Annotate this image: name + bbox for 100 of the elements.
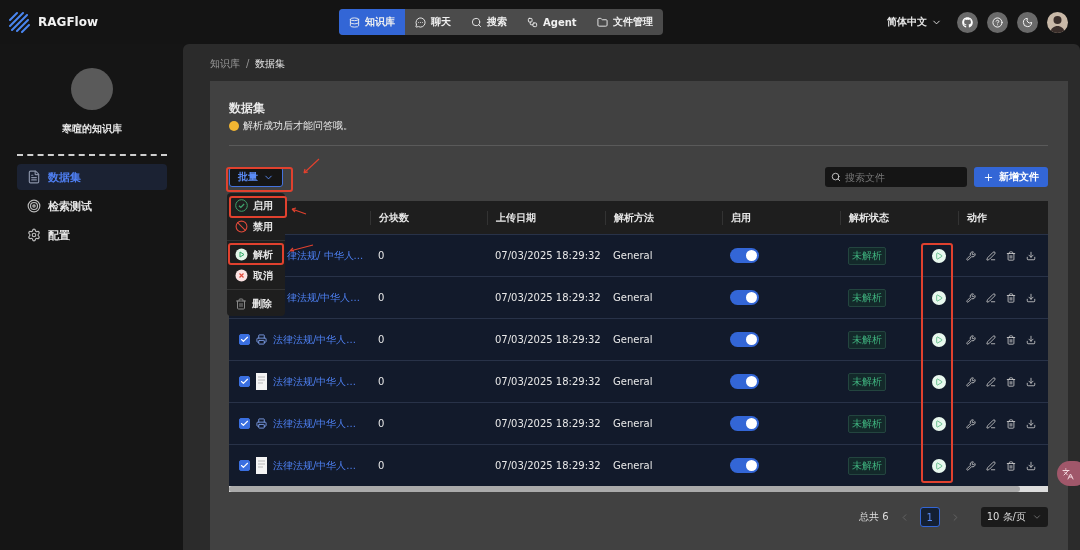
download-icon[interactable] xyxy=(1026,460,1036,471)
help-button[interactable] xyxy=(987,11,1008,33)
nav-tab[interactable]: 知识库 xyxy=(339,9,405,35)
file-link[interactable]: 律法规/中华人... xyxy=(287,290,360,305)
wrench-icon[interactable] xyxy=(966,376,976,387)
table-cell-text: General xyxy=(612,418,654,429)
check-circle-icon xyxy=(235,199,248,212)
parse-button[interactable] xyxy=(932,374,946,389)
wrench-icon[interactable] xyxy=(966,334,976,345)
table-cell-text: 0 xyxy=(377,292,386,303)
table-cell-text: 07/03/2025 18:29:32 xyxy=(494,376,602,387)
user-avatar[interactable] xyxy=(1047,11,1068,33)
breadcrumb-item[interactable]: 知识库 xyxy=(210,56,240,71)
table-cell-text: 0 xyxy=(377,250,386,261)
row-checkbox[interactable] xyxy=(239,460,250,471)
folder-icon xyxy=(596,16,608,28)
table-cell-text: General xyxy=(612,376,654,387)
scrollbar[interactable] xyxy=(229,486,1048,492)
table-cell-text: 0 xyxy=(377,334,386,345)
file-link[interactable]: 法律法规/中华人... xyxy=(273,416,356,431)
sidebar-item[interactable]: 检索测试 xyxy=(16,193,167,219)
menu-item[interactable]: 启用 xyxy=(227,195,285,216)
document-thumbnail-icon xyxy=(256,457,267,474)
nav-tab[interactable]: 文件管理 xyxy=(586,9,663,35)
edit-icon[interactable] xyxy=(986,460,996,471)
nav-tab[interactable]: Agent xyxy=(517,9,587,35)
enable-switch[interactable] xyxy=(730,332,759,347)
trash-icon[interactable] xyxy=(1006,376,1016,387)
edit-icon[interactable] xyxy=(986,292,996,303)
parse-button[interactable] xyxy=(932,458,946,473)
page-size-select[interactable]: 10 条/页 xyxy=(980,507,1048,527)
edit-icon[interactable] xyxy=(986,334,996,345)
enable-switch[interactable] xyxy=(730,290,759,305)
column-header: 动作 xyxy=(958,210,1048,225)
parse-button[interactable] xyxy=(932,248,946,263)
check-icon xyxy=(240,461,249,470)
row-checkbox[interactable] xyxy=(239,376,250,387)
github-button[interactable] xyxy=(957,11,978,33)
status-tag: 未解析 xyxy=(848,330,886,349)
nav-tab[interactable]: 聊天 xyxy=(405,9,461,35)
page-button[interactable]: 1 xyxy=(919,507,940,527)
search-icon xyxy=(831,172,841,182)
bulk-button[interactable]: 批量 xyxy=(229,167,283,187)
trash-icon[interactable] xyxy=(1006,250,1016,261)
translate-icon xyxy=(1062,467,1074,480)
parse-button[interactable] xyxy=(932,332,946,347)
language-select[interactable]: 简体中文 xyxy=(887,15,942,29)
download-icon[interactable] xyxy=(1026,334,1036,345)
row-checkbox[interactable] xyxy=(239,334,250,345)
file-link[interactable]: 法律法规/中华人... xyxy=(273,332,356,347)
file-link[interactable]: 法律法规/中华人... xyxy=(273,374,356,389)
play-icon xyxy=(935,335,943,344)
theme-button[interactable] xyxy=(1017,11,1038,33)
enable-switch[interactable] xyxy=(730,458,759,473)
menu-item[interactable]: 删除 xyxy=(227,289,285,314)
wrench-icon[interactable] xyxy=(966,460,976,471)
wrench-icon[interactable] xyxy=(966,250,976,261)
trash-icon[interactable] xyxy=(1006,292,1016,303)
add-file-button[interactable]: 新增文件 xyxy=(974,167,1048,187)
check-icon xyxy=(240,335,249,344)
parse-button[interactable] xyxy=(932,416,946,431)
enable-switch[interactable] xyxy=(730,248,759,263)
nodes-icon xyxy=(527,16,538,28)
file-link[interactable]: 律法规/ 中华人... xyxy=(287,248,364,263)
sidebar-item[interactable]: 配置 xyxy=(16,222,167,248)
table-cell-text: General xyxy=(612,460,654,471)
search-icon xyxy=(471,16,482,28)
download-icon[interactable] xyxy=(1026,250,1036,261)
download-icon[interactable] xyxy=(1026,292,1036,303)
trash-icon[interactable] xyxy=(1006,334,1016,345)
target-icon xyxy=(26,199,41,213)
wrench-icon[interactable] xyxy=(966,292,976,303)
printer-icon xyxy=(256,334,267,345)
column-header: 解析方法 xyxy=(605,210,722,225)
parse-button[interactable] xyxy=(932,290,946,305)
highlight-box xyxy=(229,196,287,218)
enable-switch[interactable] xyxy=(730,374,759,389)
file-link[interactable]: 法律法规/中华人... xyxy=(273,458,356,473)
menu-item[interactable]: 取消 xyxy=(227,265,285,286)
edit-icon[interactable] xyxy=(986,376,996,387)
help-icon xyxy=(992,16,1003,28)
search-field[interactable]: 搜索文件 xyxy=(825,167,967,187)
breadcrumb-separator: / xyxy=(246,58,250,69)
menu-item[interactable]: 解析 xyxy=(227,240,285,265)
wrench-icon[interactable] xyxy=(966,418,976,429)
sidebar-item[interactable]: 数据集 xyxy=(16,164,167,190)
edit-icon[interactable] xyxy=(986,250,996,261)
trash-icon[interactable] xyxy=(1006,418,1016,429)
nav-tab[interactable]: 搜索 xyxy=(461,9,517,35)
play-icon xyxy=(935,419,943,428)
menu-item[interactable]: 禁用 xyxy=(227,216,285,237)
edit-icon[interactable] xyxy=(986,418,996,429)
knowledge-base-avatar xyxy=(70,68,113,110)
download-icon[interactable] xyxy=(1026,376,1036,387)
row-checkbox[interactable] xyxy=(239,418,250,429)
enable-switch[interactable] xyxy=(730,416,759,431)
column-header: 上传日期 xyxy=(487,210,605,225)
search-input[interactable]: 搜索文件 xyxy=(845,171,955,183)
trash-icon[interactable] xyxy=(1006,460,1016,471)
download-icon[interactable] xyxy=(1026,418,1036,429)
